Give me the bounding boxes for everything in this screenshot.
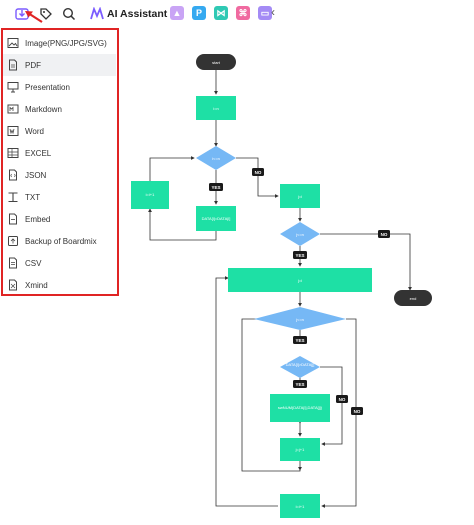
no-badge-3-label: NO (339, 397, 346, 402)
menu-item-label: Image(PNG/JPG/SVG) (25, 38, 107, 48)
end-label: end (410, 296, 417, 301)
embed-icon (9, 213, 17, 225)
swap-box-label: DATA[i]=DATA[i] (202, 216, 231, 221)
decision-4-label: DATA[i]>DATA[j] (286, 362, 315, 367)
tag-icon (40, 8, 52, 20)
menu-item-presentation[interactable]: Presentation (3, 76, 116, 98)
inc-j-label: j=j+1 (295, 447, 305, 452)
menu-item-embed[interactable]: Embed (3, 208, 116, 230)
menu-item-xmind[interactable]: Xmind (3, 274, 116, 296)
menu-item-backup[interactable]: Backup of Boardmix (3, 230, 116, 252)
menu-item-excel[interactable]: EXCEL (3, 142, 116, 164)
chat-app-icon[interactable]: ▭ (258, 6, 272, 20)
menu-item-pdf[interactable]: PDF (3, 54, 116, 76)
word-icon (7, 126, 19, 136)
yes-badge-2-label: YES (295, 253, 304, 258)
no-badge-1-label: NO (255, 170, 262, 175)
search-button[interactable] (59, 4, 79, 24)
swap-box-2-label: swNUM(DATA[i],DATA[j]) (278, 405, 323, 410)
tag-button[interactable] (36, 4, 56, 24)
menu-item-label: CSV (25, 258, 42, 268)
inc-i-label: i=i+1 (296, 504, 305, 509)
left-box-label: i=i+1 (146, 192, 155, 197)
ai-assistant-button[interactable]: AI Assistant (90, 5, 167, 23)
menu-item-label: Presentation (25, 82, 70, 92)
yes-badge-3-label: YES (295, 338, 304, 343)
menu-item-label: TXT (25, 192, 41, 202)
share-app-icon[interactable]: ⋈ (214, 6, 228, 20)
yes-badge-4-label: YES (295, 382, 304, 387)
menu-item-label: JSON (25, 170, 47, 180)
search-icon (62, 7, 76, 21)
menu-item-markdown[interactable]: Markdown (3, 98, 116, 120)
menu-item-label: Backup of Boardmix (25, 236, 97, 246)
pdf-file-icon (9, 59, 17, 71)
image-app-icon[interactable]: ▲ (170, 6, 184, 20)
json-icon (9, 169, 17, 181)
decision-1-label: i<=n (212, 156, 220, 161)
connect-app-icon[interactable]: ⌘ (236, 6, 250, 20)
ai-logo-icon (90, 7, 104, 20)
no-badge-2-label: NO (381, 232, 388, 237)
csv-icon (9, 257, 17, 269)
menu-item-label: Xmind (25, 280, 48, 290)
export-menu: Image(PNG/JPG/SVG) PDF Presentation Mark… (1, 28, 119, 296)
xmind-icon (9, 279, 17, 291)
decision-2-label: j<=n (295, 232, 304, 237)
process-box-1-label: i=n (213, 106, 218, 111)
decision-4 (280, 356, 320, 378)
menu-item-label: Word (25, 126, 44, 136)
start-label: start (212, 60, 221, 65)
wide-box-label: j=i (297, 278, 302, 283)
excel-icon (7, 148, 19, 158)
toolbar: AI Assistant ▲ P ⋈ ⌘ ▭ ‹ (0, 0, 474, 28)
markdown-icon (7, 104, 19, 114)
menu-item-label: Markdown (25, 104, 62, 114)
ai-assistant-label: AI Assistant (107, 8, 168, 20)
flowchart-canvas: start end i=n i=i+1 DATA[i]=DATA[i] j=i … (120, 28, 474, 525)
menu-item-txt[interactable]: TXT (3, 186, 116, 208)
image-icon (7, 38, 19, 48)
process-box-2-label: j=i (297, 194, 302, 199)
yes-badge-1-label: YES (211, 185, 220, 190)
menu-item-word[interactable]: Word (3, 120, 116, 142)
decision-3-label: j<=n (295, 317, 304, 322)
presentation-icon (7, 82, 19, 93)
p-app-icon[interactable]: P (192, 6, 206, 20)
menu-item-label: EXCEL (25, 148, 52, 158)
no-badge-4-label: NO (354, 409, 361, 414)
menu-item-label: PDF (25, 60, 41, 70)
chevron-left-icon[interactable]: ‹ (271, 5, 275, 19)
menu-item-csv[interactable]: CSV (3, 252, 116, 274)
menu-item-image[interactable]: Image(PNG/JPG/SVG) (3, 32, 116, 54)
menu-item-json[interactable]: JSON (3, 164, 116, 186)
flowchart-diagram: start end i=n i=i+1 DATA[i]=DATA[i] j=i … (131, 54, 432, 518)
txt-icon (8, 192, 18, 203)
menu-item-label: Embed (25, 214, 51, 224)
backup-icon (8, 236, 18, 246)
